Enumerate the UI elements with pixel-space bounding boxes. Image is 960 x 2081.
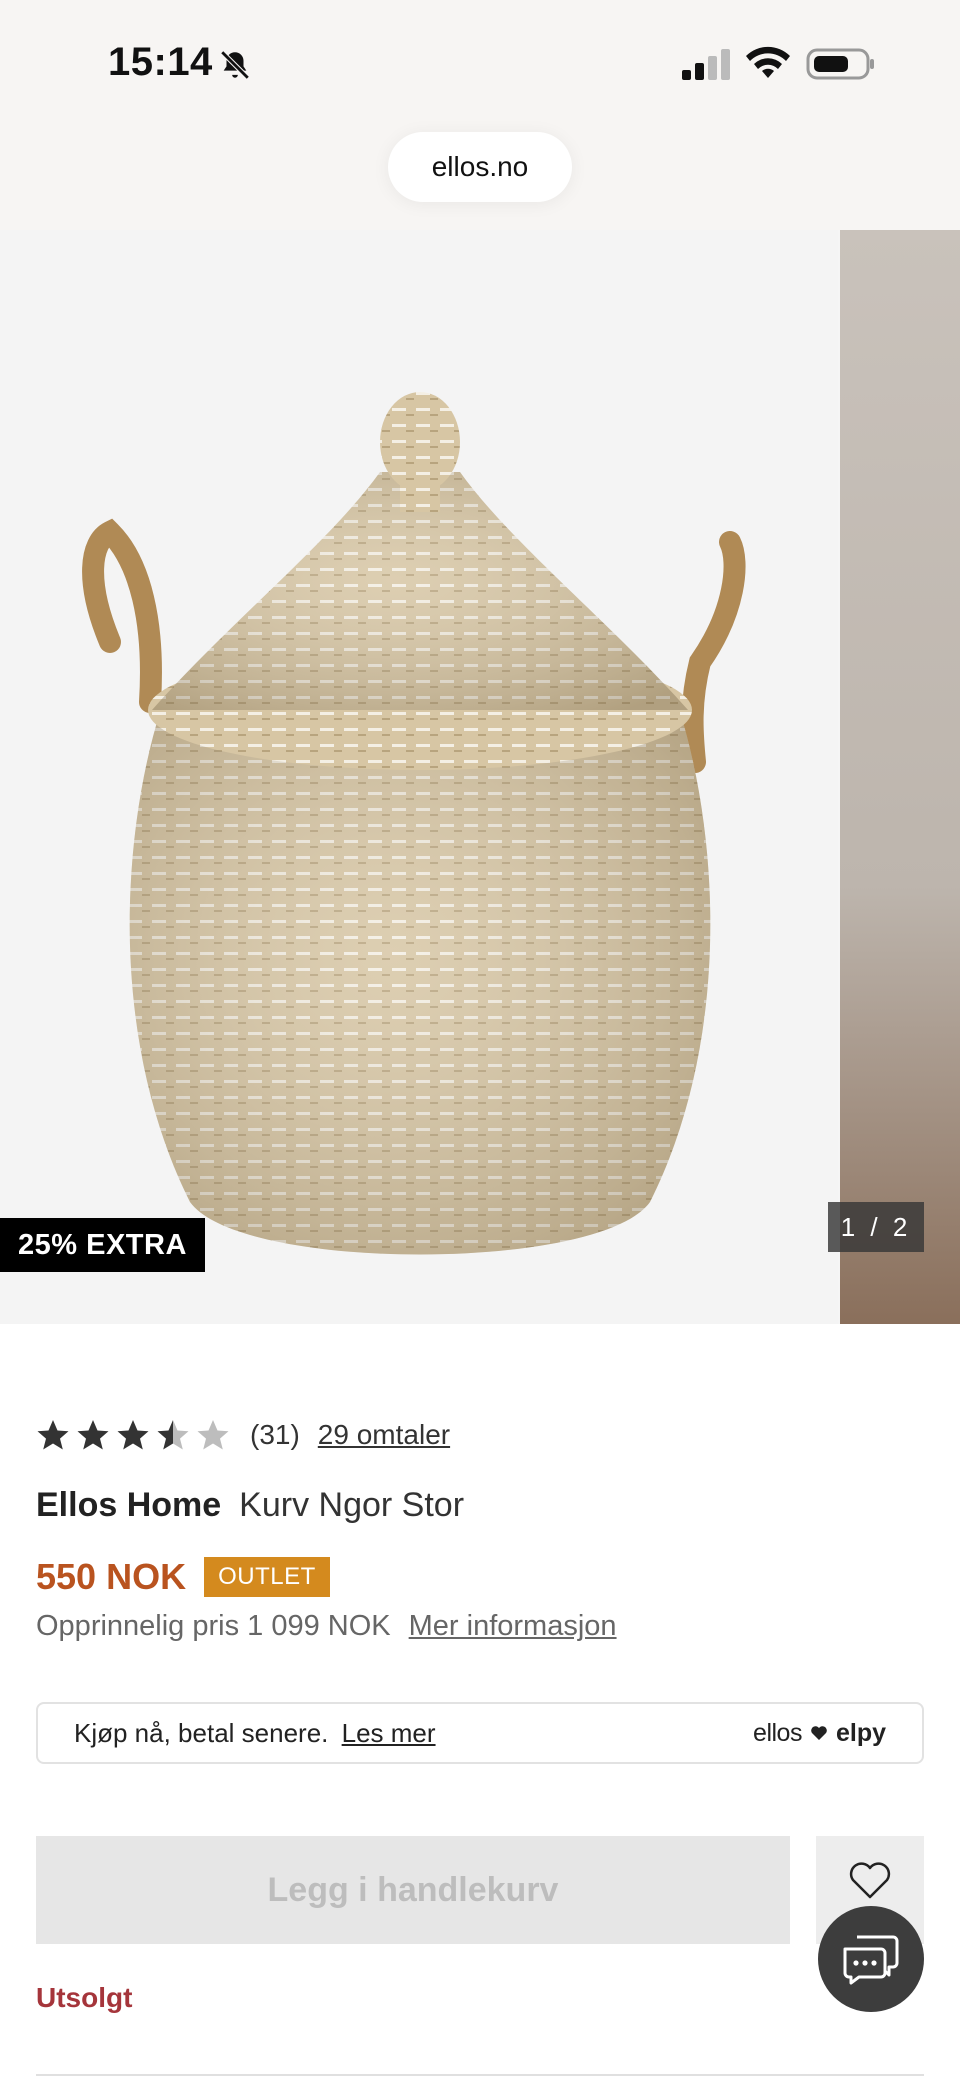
url-bar[interactable]: ellos.no [388, 132, 572, 202]
add-to-cart-button[interactable]: Legg i handlekurv [36, 1836, 790, 1944]
price: 550 NOK [36, 1556, 187, 1597]
star-icon [77, 1420, 109, 1450]
outlet-badge: OUTLET [204, 1557, 330, 1597]
product-image-next[interactable] [840, 230, 960, 1324]
cellular-signal-icon [682, 49, 730, 80]
battery-icon [806, 48, 874, 80]
chat-button[interactable] [818, 1906, 924, 2012]
divider [36, 2074, 924, 2076]
rating-row: (31) 29 omtaler [36, 1412, 450, 1458]
product-title: Ellos Home Kurv Ngor Stor [36, 1486, 464, 1525]
promo-badge: 25% EXTRA [0, 1218, 205, 1272]
logo-ellos: ellos [753, 1718, 802, 1747]
basket-image [82, 392, 746, 1255]
star-icon [157, 1420, 189, 1450]
star-icon [37, 1420, 69, 1450]
stock-status: Utsolgt [36, 1982, 133, 2013]
chat-icon [843, 1935, 899, 1985]
ellos-elpy-logo: ellos elpy [753, 1719, 886, 1748]
star-rating [36, 1418, 230, 1452]
clock: 15:14 [108, 40, 213, 84]
logo-elpy: elpy [835, 1718, 886, 1747]
pay-later-label: Kjøp nå, betal senere. [74, 1717, 329, 1748]
reviews-link[interactable]: 29 omtaler [318, 1419, 450, 1451]
brand-name: Ellos Home [36, 1486, 222, 1524]
pay-later-banner: Kjøp nå, betal senere. Les mer ellos elp… [36, 1702, 924, 1764]
pay-later-text: Kjøp nå, betal senere. Les mer [74, 1718, 436, 1749]
price-row: 550 NOK OUTLET [36, 1556, 330, 1598]
product-image-main[interactable]: 25% EXTRA [0, 230, 838, 1324]
status-bar: 15:14 ellos.no [0, 0, 960, 230]
product-name: Kurv Ngor Stor [239, 1486, 465, 1524]
bell-slash-icon [220, 50, 250, 80]
product-image-gallery[interactable]: 25% EXTRA 1 / 2 [0, 230, 960, 1324]
original-price: Opprinnelig pris 1 099 NOK [36, 1610, 391, 1642]
image-counter: 1 / 2 [828, 1202, 924, 1252]
wifi-icon [746, 46, 790, 78]
heart-outline-icon [849, 1862, 891, 1899]
star-icon [117, 1420, 149, 1450]
rating-count: (31) [250, 1419, 300, 1450]
heart-icon [811, 1726, 827, 1740]
star-icon [197, 1420, 229, 1450]
read-more-link[interactable]: Les mer [342, 1718, 436, 1748]
more-info-link[interactable]: Mer informasjon [409, 1610, 617, 1643]
original-price-row: Opprinnelig pris 1 099 NOK Mer informasj… [36, 1610, 617, 1643]
